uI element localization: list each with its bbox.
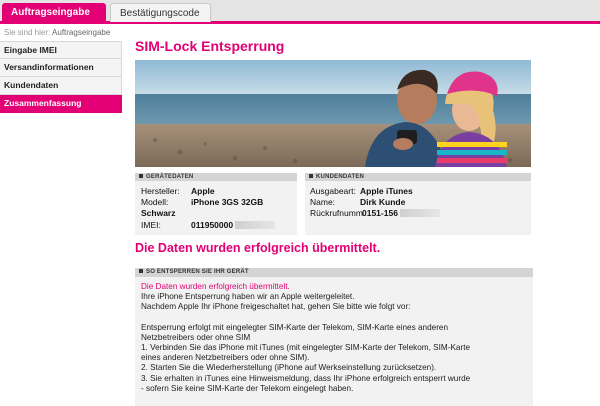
device-value-hersteller: Apple — [191, 186, 215, 196]
masked-value — [399, 209, 440, 217]
top-tab-bar: Auftragseingabe Bestätigungscode — [0, 0, 600, 24]
sidebar-nav: Eingabe IMEI Versandinformationen Kunden… — [0, 41, 122, 113]
unlock-instructions-heading: SO ENTSPERREN SIE IHR GERÄT — [135, 268, 533, 277]
sidebar-item-versandinformationen[interactable]: Versandinformationen — [0, 59, 122, 77]
device-value-modell: iPhone 3GS 32GB — [191, 197, 264, 207]
device-label-imei: IMEI: — [141, 220, 161, 230]
hero-photo-illustration — [135, 60, 531, 167]
customer-label-ausgabeart: Ausgabeart: — [310, 186, 356, 196]
customer-value-ausgabeart: Apple iTunes — [360, 186, 413, 196]
device-data-heading: GERÄTEDATEN — [135, 173, 297, 181]
customer-label-name: Name: — [310, 197, 336, 207]
success-message: Die Daten wurden erfolgreich übermittelt… — [135, 241, 381, 255]
instruction-line: - sofern Sie keine SIM-Karte der Telekom… — [141, 383, 354, 393]
customer-heading-text: KUNDENDATEN — [316, 174, 365, 180]
instruction-line: Netzbetreibers oder ohne SIM — [141, 332, 251, 342]
breadcrumb-current: Auftragseingabe — [52, 28, 111, 37]
page-title: SIM-Lock Entsperrung — [135, 38, 285, 54]
sidebar-item-kundendaten[interactable]: Kundendaten — [0, 77, 122, 95]
bullet-square-icon — [139, 174, 143, 178]
masked-value — [235, 221, 276, 229]
customer-value-name: Dirk Kunde — [360, 197, 406, 207]
breadcrumb: Sie sind hier: Auftragseingabe — [4, 28, 110, 37]
unlock-heading-text: SO ENTSPERREN SIE IHR GERÄT — [146, 269, 249, 275]
bullet-square-icon — [139, 269, 143, 273]
device-value-farbe: Schwarz — [141, 208, 176, 218]
customer-data-heading: KUNDENDATEN — [305, 173, 531, 181]
device-data-panel: GERÄTEDATEN Hersteller: Apple Modell: iP… — [135, 173, 297, 235]
unlock-instructions-panel: SO ENTSPERREN SIE IHR GERÄT Die Daten wu… — [135, 268, 533, 406]
instruction-line: 1. Verbinden Sie das iPhone mit iTunes (… — [141, 343, 471, 353]
breadcrumb-prefix: Sie sind hier: — [4, 28, 51, 37]
instruction-line: Ihre iPhone Entsperrung haben wir an App… — [141, 292, 355, 302]
device-label-modell: Modell: — [141, 197, 169, 207]
instruction-line: 3. Sie erhalten in iTunes eine Hinweisme… — [141, 373, 471, 383]
device-value-imei: 011950000 — [191, 220, 234, 230]
hero-image — [135, 60, 531, 167]
customer-label-rueckrufnummer: Rückrufnumm — [310, 208, 363, 218]
tab-bestaetigungscode[interactable]: Bestätigungscode — [110, 3, 211, 22]
customer-value-rueckrufnummer: 0151-156 — [362, 208, 398, 218]
unlock-instructions-body: Die Daten wurden erfolgreich übermittelt… — [135, 277, 533, 399]
device-heading-text: GERÄTEDATEN — [146, 174, 194, 180]
instruction-line: Entsperrung erfolgt mit eingelegter SIM-… — [141, 322, 449, 332]
bullet-square-icon — [309, 174, 313, 178]
instruction-line: eines anderen Netzbetreibers oder ohne S… — [141, 353, 310, 363]
sidebar-item-zusammenfassung[interactable]: Zusammenfassung — [0, 95, 122, 113]
sidebar-item-eingabe-imei[interactable]: Eingabe IMEI — [0, 41, 122, 59]
device-label-hersteller: Hersteller: — [141, 186, 180, 196]
customer-data-panel: KUNDENDATEN Ausgabeart: Apple iTunes Nam… — [305, 173, 531, 235]
instruction-line: Nachdem Apple Ihr iPhone freigeschaltet … — [141, 302, 411, 312]
tab-auftragseingabe[interactable]: Auftragseingabe — [2, 3, 106, 22]
instruction-line: 2. Starten Sie die Wiederherstellung (iP… — [141, 363, 437, 373]
instruction-line: Die Daten wurden erfolgreich übermittelt… — [141, 282, 290, 291]
